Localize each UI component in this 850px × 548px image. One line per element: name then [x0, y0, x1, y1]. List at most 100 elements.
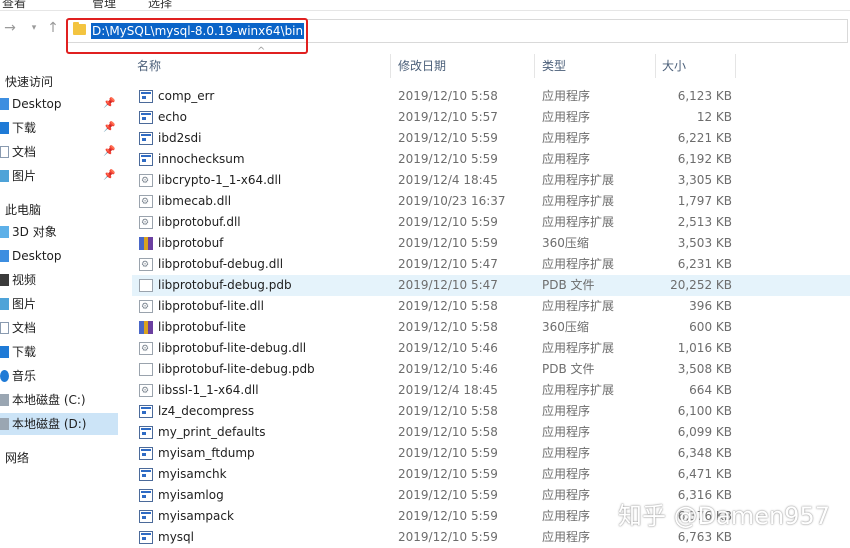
application-icon	[139, 405, 153, 418]
column-divider[interactable]	[390, 54, 391, 78]
ribbon-tab[interactable]: 查看	[2, 0, 26, 11]
file-row[interactable]: my_print_defaults 2019/12/10 5:58 应用程序 6,09…	[132, 422, 850, 443]
file-row[interactable]: myisamchk 2019/12/10 5:59 应用程序 6,471 KB	[132, 464, 850, 485]
file-row[interactable]: comp_err 2019/12/10 5:58 应用程序 6,123 KB	[132, 86, 850, 107]
sort-ascending-icon: ^	[257, 46, 266, 57]
sidebar-item-3d-objects[interactable]: 3D 对象	[0, 221, 118, 243]
file-row[interactable]: libprotobuf-debug.dll 2019/12/10 5:47 应用程序…	[132, 254, 850, 276]
file-row[interactable]: myisam_ftdump 2019/12/10 5:59 应用程序 6,348 KB	[132, 443, 850, 464]
column-header-size[interactable]: 大小	[662, 52, 686, 80]
file-type: 360压缩	[542, 320, 589, 334]
file-row[interactable]: echo 2019/12/10 5:57 应用程序 12 KB	[132, 107, 850, 128]
file-date: 2019/12/10 5:59	[398, 152, 498, 166]
dll-file-icon	[139, 297, 153, 318]
sidebar-item-label: 图片	[12, 297, 37, 311]
column-divider[interactable]	[735, 54, 736, 78]
this-pc-header[interactable]: 此电脑	[5, 201, 41, 218]
column-header-name[interactable]: 名称	[137, 52, 161, 80]
file-size: 600 KB	[689, 320, 732, 334]
sidebar-item-label: 下载	[12, 121, 37, 135]
file-type: 应用程序扩展	[542, 299, 615, 313]
file-row[interactable]: innochecksum 2019/12/10 5:59 应用程序 6,192 KB	[132, 149, 850, 170]
file-size: 6,192 KB	[677, 152, 732, 166]
sidebar-item-desktop[interactable]: Desktop 📌	[0, 93, 118, 115]
dll-file-icon	[139, 381, 153, 402]
file-size: 6,123 KB	[677, 89, 732, 103]
file-row[interactable]: libprotobuf-lite-debug.pdb 2019/12/10 5:4…	[132, 359, 850, 380]
navigation-bar: → ▾ ↑ D:\MySQL\mysql-8.0.19-winx64\bin	[0, 11, 850, 54]
music-icon	[0, 370, 9, 382]
arrow-left-icon[interactable]: →	[2, 19, 18, 37]
file-size: 1,016 KB	[677, 341, 732, 355]
quick-access-header[interactable]: 快速访问	[5, 73, 53, 90]
sidebar-item-drive-d[interactable]: 本地磁盘 (D:)	[0, 413, 118, 435]
file-size: 6,221 KB	[677, 131, 732, 145]
file-size: 2,513 KB	[677, 215, 732, 229]
column-header-date[interactable]: 修改日期	[398, 52, 446, 80]
file-type: PDB 文件	[542, 278, 595, 292]
file-row[interactable]: libssl-1_1-x64.dll 2019/12/4 18:45 应用程序扩展 6…	[132, 380, 850, 402]
file-name: libprotobuf-lite	[158, 320, 246, 334]
file-size: 6,099 KB	[677, 425, 732, 439]
picture-icon	[0, 170, 9, 182]
file-size: 6,231 KB	[677, 257, 732, 271]
sidebar-item-pictures-pc[interactable]: 图片	[0, 293, 118, 315]
file-row[interactable]: ibd2sdi 2019/12/10 5:59 应用程序 6,221 KB	[132, 128, 850, 149]
sidebar-item-drive-c[interactable]: 本地磁盘 (C:)	[0, 389, 118, 411]
column-header-type[interactable]: 类型	[542, 52, 566, 80]
dll-file-icon	[139, 339, 153, 360]
chevron-down-icon[interactable]: ▾	[26, 19, 42, 37]
network-header[interactable]: 网络	[5, 449, 29, 466]
application-icon	[139, 489, 153, 502]
file-type: 应用程序扩展	[542, 194, 615, 208]
file-name: innochecksum	[158, 152, 245, 166]
sidebar-item-label: 本地磁盘 (D:)	[12, 417, 87, 431]
file-size: 6,471 KB	[677, 467, 732, 481]
file-name: myisampack	[158, 509, 234, 523]
pin-icon: 📌	[103, 122, 116, 133]
file-row[interactable]: libprotobuf-lite 2019/12/10 5:58 360压缩 600 …	[132, 317, 850, 338]
file-size: 3,305 KB	[677, 173, 732, 187]
file-row[interactable]: libprotobuf.dll 2019/12/10 5:59 应用程序扩展 2,51…	[132, 212, 850, 234]
file-type: 应用程序	[542, 509, 591, 523]
archive-icon	[139, 237, 153, 250]
sidebar-item-pictures[interactable]: 图片 📌	[0, 165, 118, 187]
ribbon-tab[interactable]: 管理	[92, 0, 116, 11]
file-row[interactable]: lz4_decompress 2019/12/10 5:58 应用程序 6,100 K…	[132, 401, 850, 422]
file-row[interactable]: libprotobuf-lite.dll 2019/12/10 5:58 应用程序扩…	[132, 296, 850, 318]
sidebar-item-desktop-pc[interactable]: Desktop	[0, 245, 118, 267]
file-row[interactable]: libmecab.dll 2019/10/23 16:37 应用程序扩展 1,797 …	[132, 191, 850, 213]
file-type: 应用程序扩展	[542, 257, 615, 271]
dll-file-icon	[139, 255, 153, 276]
sidebar-item-documents[interactable]: 文档 📌	[0, 141, 118, 163]
sidebar-item-documents-pc[interactable]: 文档	[0, 317, 118, 339]
watermark: 知乎 @Damen957	[618, 502, 830, 530]
file-row[interactable]: libprotobuf-lite-debug.dll 2019/12/10 5:4…	[132, 338, 850, 360]
file-type: 应用程序	[542, 152, 591, 166]
archive-icon	[139, 321, 153, 334]
arrow-up-icon[interactable]: ↑	[45, 19, 61, 37]
pin-icon: 📌	[103, 146, 116, 157]
file-row[interactable]: libprotobuf-debug.pdb 2019/12/10 5:47 PDB …	[132, 275, 850, 296]
application-icon	[139, 447, 153, 460]
sidebar-item-downloads[interactable]: 下载 📌	[0, 117, 118, 139]
file-date: 2019/12/10 5:58	[398, 299, 498, 313]
file-date: 2019/12/4 18:45	[398, 173, 498, 187]
ribbon-tab[interactable]: 选择	[148, 0, 172, 11]
file-type: 应用程序扩展	[542, 215, 615, 229]
sidebar-item-label: 下载	[12, 345, 37, 359]
file-date: 2019/12/10 5:59	[398, 236, 498, 250]
file-date: 2019/12/10 5:59	[398, 509, 498, 523]
download-icon	[0, 122, 9, 134]
sidebar-item-label: 文档	[12, 321, 37, 335]
sidebar-item-downloads-pc[interactable]: 下载	[0, 341, 118, 363]
column-divider[interactable]	[655, 54, 656, 78]
pin-icon: 📌	[103, 170, 116, 181]
sidebar-item-label: 文档	[12, 145, 37, 159]
sidebar-item-music[interactable]: 音乐	[0, 365, 118, 387]
file-type: 应用程序	[542, 404, 591, 418]
column-divider[interactable]	[534, 54, 535, 78]
sidebar-item-videos[interactable]: 视频	[0, 269, 118, 291]
file-row[interactable]: libprotobuf 2019/12/10 5:59 360压缩 3,503 KB	[132, 233, 850, 254]
file-row[interactable]: libcrypto-1_1-x64.dll 2019/12/4 18:45 应用程序…	[132, 170, 850, 192]
